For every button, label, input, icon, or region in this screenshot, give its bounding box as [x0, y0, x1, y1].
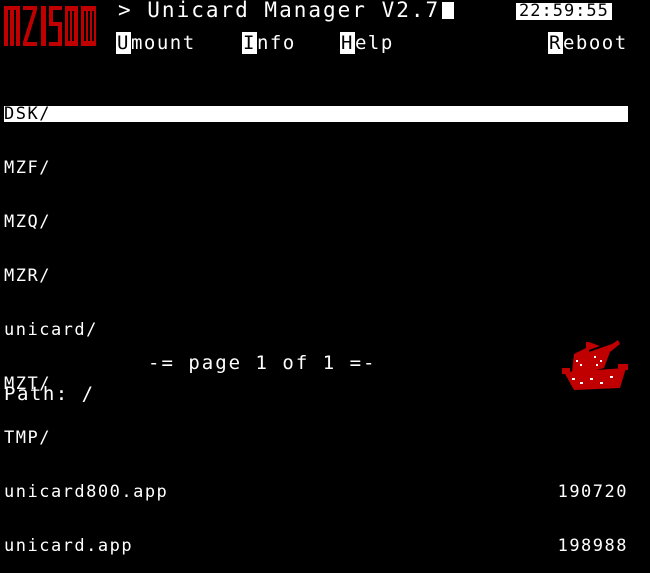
file-size: 198988 — [557, 536, 628, 556]
file-list: DSK/ MZF/ MZQ/ MZR/ unicard/ MZT/ TMP/ u… — [4, 68, 628, 573]
file-row-mzq[interactable]: MZQ/ — [4, 212, 628, 232]
help-label: elp — [354, 32, 394, 54]
file-name: DSK/ — [4, 104, 51, 124]
text-cursor — [442, 2, 455, 19]
menu-info[interactable]: Info — [242, 32, 296, 54]
current-path: Path: / — [4, 383, 95, 405]
file-name: unicard.app — [4, 536, 134, 556]
file-row-tmp[interactable]: TMP/ — [4, 428, 628, 448]
file-name: MZQ/ — [4, 212, 51, 232]
umount-label: mount — [130, 32, 196, 54]
menu-reboot[interactable]: Reboot — [548, 32, 628, 54]
file-name: MZF/ — [4, 158, 51, 178]
app-title-text: > Unicard Manager V2.7 — [118, 0, 441, 22]
file-name: unicard/ — [4, 320, 98, 340]
file-row-unicard800-app[interactable]: unicard800.app 190720 — [4, 482, 628, 502]
boat-icon — [562, 340, 628, 390]
help-hotkey: H — [340, 32, 355, 54]
app-title: > Unicard Manager V2.7 — [118, 0, 455, 22]
info-label: nfo — [256, 32, 296, 54]
menu-help[interactable]: Help — [340, 32, 394, 54]
file-row-mzf[interactable]: MZF/ — [4, 158, 628, 178]
menu-umount[interactable]: Umount — [116, 32, 196, 54]
file-row-unicard-app[interactable]: unicard.app 198988 — [4, 536, 628, 556]
file-row-unicard[interactable]: unicard/ — [4, 320, 628, 340]
file-row-mzr[interactable]: MZR/ — [4, 266, 628, 286]
reboot-label: eboot — [562, 32, 628, 54]
file-row-mzt[interactable]: MZT/ — [4, 376, 628, 393]
clock: 22:59:55 — [516, 3, 612, 20]
info-hotkey: I — [242, 32, 257, 54]
file-name: TMP/ — [4, 428, 51, 448]
mz1500-logo — [4, 6, 96, 46]
page-indicator: -= page 1 of 1 =- — [148, 352, 377, 374]
file-size: 190720 — [557, 482, 628, 502]
file-name: unicard800.app — [4, 482, 169, 502]
file-name: MZR/ — [4, 266, 51, 286]
reboot-hotkey: R — [548, 32, 563, 54]
umount-hotkey: U — [116, 32, 131, 54]
file-row-dsk[interactable]: DSK/ — [4, 104, 628, 124]
